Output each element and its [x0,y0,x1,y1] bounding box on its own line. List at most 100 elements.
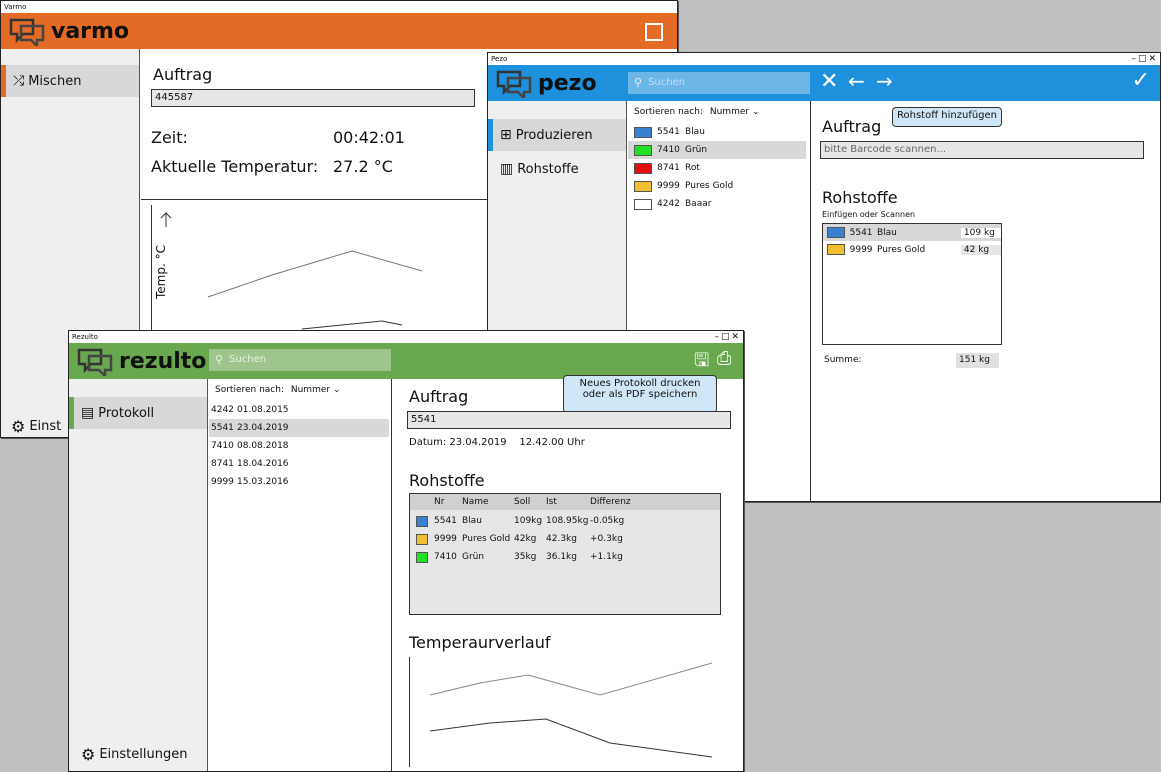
list-item[interactable]: 8741 Rot [628,159,806,177]
nav-item-produzieren[interactable]: ⊞ Produzieren [488,119,626,151]
item-amount: 109 kg [960,227,1001,238]
date-line: Datum: 23.04.2019 12.42.00 Uhr [409,437,585,448]
nav-item-protokoll[interactable]: ▤ Protokoll [69,397,207,429]
table-header: Nr Name Soll Ist Differenz [410,494,720,510]
col-name: Name [462,497,489,507]
order-list: 4242 01.08.2015 5541 23.04.2019 7410 08.08.… [209,401,389,501]
list-item[interactable]: 7410 08.08.2018 [209,437,389,455]
pezo-logo: pezo [494,68,597,98]
list-item[interactable]: 9999 15.03.2016 [209,473,389,491]
cell-nr: 9999 [434,534,457,544]
check-icon[interactable]: ✓ [1132,68,1150,93]
list-item[interactable]: 5541 Blau [628,123,806,141]
print-icon[interactable]: ⎙ [717,348,731,369]
list-item[interactable]: 4242 Baaar [628,195,806,213]
protocol-icon: ▤ [81,405,95,421]
rezulto-appbar: rezulto ⚲ Suchen 🖫 ⎙ [69,343,743,379]
chart-plot [160,212,423,330]
barcode-input[interactable]: bitte Barcode scannen... [820,141,1144,159]
item-nr: 8741 [657,163,680,173]
order-input[interactable]: 5541 [407,411,731,429]
item-nr: 5541 [849,227,873,238]
temperature-label: Aktuelle Temperatur: [151,157,319,176]
order-list-panel: Sortieren nach: Nummer ⌄ 4242 01.08.2015 … [209,379,392,771]
search-input[interactable]: ⚲ Suchen [628,72,810,94]
item-date: 18.04.2016 [237,459,289,469]
logo-text: pezo [538,70,597,96]
color-swatch [416,533,428,545]
rezulto-window: Rezulto –□✕ rezulto ⚲ Suchen 🖫 ⎙ Neues Pr… [68,330,744,772]
search-icon: ⚲ [634,76,643,89]
color-swatch [634,198,652,210]
temperature-value: 27.2 °C [333,157,393,176]
item-nr: 7410 [657,145,680,155]
cell-ist: 108.95kg [546,516,589,526]
item-date: 01.08.2015 [237,405,289,415]
rezulto-titlebar: Rezulto –□✕ [69,331,743,343]
col-nr: Nr [434,497,445,507]
table-row[interactable]: 7410 Grün 35kg 36.1kg +1.1kg [410,548,720,566]
window-controls[interactable]: –□✕ [1131,53,1158,65]
list-item[interactable]: 9999 Pures Gold [628,177,806,195]
item-name: Blau [685,127,705,137]
item-name: Pures Gold [876,244,926,255]
window-title: Varmo [4,3,27,11]
table-row[interactable]: 5541 Blau 109kg 108.95kg -0.05kg [410,512,720,530]
item-name: Baaar [685,199,712,209]
order-heading: Auftrag [822,117,882,136]
sort-value: Nummer [709,107,750,117]
arrow-left-icon[interactable]: ← [848,69,865,93]
search-input[interactable]: ⚲ Suchen [209,349,391,371]
rezulto-sidebar: ▤ Protokoll ⚙ Einstellungen [69,379,208,771]
list-item[interactable]: 8741 18.04.2016 [209,455,389,473]
settings-link[interactable]: ⚙ Einst [11,417,61,436]
material-list: 5541 Blau 7410 Grün 8741 Rot 9999 Pures Gold… [628,123,806,223]
list-item[interactable]: 7410 Grün [628,141,806,159]
search-placeholder: Suchen [648,77,686,88]
materials-heading: Rohstoffe [822,188,898,207]
item-date: 15.03.2016 [237,477,289,487]
nav-label: Rohstoffe [517,161,579,177]
cell-name: Blau [462,516,482,526]
logo-icon [9,18,45,46]
maximize-button[interactable] [645,23,663,41]
table-row[interactable]: 9999 Pures Gold 42kg 42.3kg +0.3kg [410,530,720,548]
cell-nr: 5541 [434,516,457,526]
varmo-titlebar: Varmo [1,1,677,13]
list-item[interactable]: 4242 01.08.2015 [209,401,389,419]
settings-link[interactable]: ⚙ Einstellungen [81,745,187,764]
save-icon[interactable]: 🖫 [694,348,709,378]
color-swatch [634,162,652,174]
chart-plot [429,662,713,758]
logo-icon [496,70,532,98]
list-item[interactable]: 5541 23.04.2019 [209,419,389,437]
add-material-tooltip: Rohstoff hinzufügen [892,107,1002,127]
color-swatch [827,244,845,255]
nav-label: Mischen [28,73,82,89]
materials-table: Nr Name Soll Ist Differenz 5541 Blau 109… [409,493,721,615]
item-nr: 9999 [211,477,234,487]
temperature-heading: Temperaurverlauf [409,633,551,652]
nav-item-rohstoffe[interactable]: ▥ Rohstoffe [488,153,626,185]
print-tooltip: Neues Protokoll drucken oder als PDF spe… [563,375,717,413]
color-swatch [416,551,428,563]
sort-control[interactable]: Sortieren nach: Nummer ⌄ [634,107,760,117]
order-input[interactable]: 445587 [151,89,475,107]
color-swatch [827,227,845,238]
item-name: Grün [685,145,708,155]
list-item[interactable]: 9999 Pures Gold 42 kg [823,241,1001,258]
close-icon[interactable]: ✕ [820,69,838,94]
search-icon: ⚲ [215,353,224,366]
cell-diff: +1.1kg [590,552,623,562]
col-diff: Differenz [590,497,631,507]
sort-control[interactable]: Sortieren nach: Nummer ⌄ [215,385,341,395]
arrow-right-icon[interactable]: → [876,69,893,93]
list-item[interactable]: 5541 Blau 109 kg [823,224,1001,241]
item-nr: 9999 [657,181,680,191]
window-controls[interactable]: –□✕ [714,331,741,343]
temperature-line [207,250,423,298]
nav-item-mischen[interactable]: ⤮ Mischen [1,65,139,97]
item-name: Blau [876,227,897,238]
shuffle-icon: ⤮ [13,73,25,89]
logo-text: varmo [51,18,130,44]
